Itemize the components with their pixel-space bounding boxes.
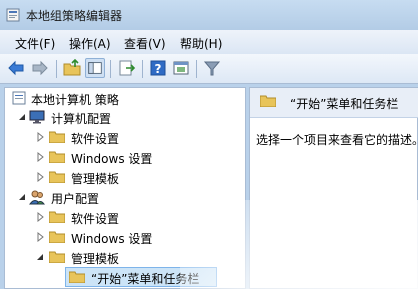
tree-item-admin-templates[interactable]: 管理模板 [5,247,245,267]
toolbar-separator [142,60,143,78]
tree-label: Windows 设置 [71,232,153,246]
expanded-arrow-icon[interactable] [17,192,27,202]
policy-app-icon [6,8,20,22]
tree-item-user-config[interactable]: 用户配置 [5,187,245,207]
export-list-icon[interactable] [117,58,137,78]
collapsed-arrow-icon[interactable] [35,172,45,182]
menu-help[interactable]: 帮助(H) [180,35,222,52]
tree-label: “开始”菜单和任务栏 [91,272,200,286]
folder-icon [49,151,65,163]
tree-item-software-settings[interactable]: 软件设置 [5,127,245,147]
details-pane[interactable]: “开始”菜单和任务栏 选择一个项目来查看它的描述。 [249,87,418,289]
forward-icon[interactable] [30,58,50,78]
toolbar-separator [56,60,57,78]
folder-icon [49,231,65,243]
tree-label: 软件设置 [71,132,120,146]
collapsed-arrow-icon[interactable] [35,232,45,242]
tree-item-windows-settings[interactable]: Windows 设置 [5,147,245,167]
users-icon [29,190,45,205]
details-title: “开始”菜单和任务栏 [290,97,399,111]
help-icon[interactable]: ? [148,58,168,78]
tree-pane[interactable]: 本地计算机 策略 计算机配置 软件设置 Windows 设置 管理模板 用户配置… [4,87,246,289]
toolbar: ? [0,54,418,84]
folder-icon [49,251,65,263]
show-hide-tree-icon[interactable] [85,58,105,78]
properties-icon[interactable] [171,58,191,78]
tree-item-computer-config[interactable]: 计算机配置 [5,107,245,127]
folder-icon [49,171,65,183]
title-bar[interactable]: 本地组策略编辑器 [0,0,418,30]
tree-label: Windows 设置 [71,152,153,166]
tree-label: 本地计算机 策略 [31,93,119,107]
details-description: 选择一个项目来查看它的描述。 [256,133,418,147]
up-folder-icon[interactable] [62,58,82,78]
tree-item-start-menu-taskbar[interactable]: “开始”菜单和任务栏 [5,267,245,287]
collapsed-arrow-icon[interactable] [35,132,45,142]
collapsed-arrow-icon[interactable] [35,152,45,162]
tree-label: 计算机配置 [51,112,112,126]
back-icon[interactable] [6,58,26,78]
menu-action[interactable]: 操作(A) [69,35,111,52]
tree-item-software-settings[interactable]: 软件设置 [5,207,245,227]
folder-icon [49,131,65,143]
tree-label: 管理模板 [71,252,120,266]
svg-text:?: ? [155,62,162,76]
tree-label: 管理模板 [71,172,120,186]
folder-icon [260,95,276,107]
tree-item-admin-templates[interactable]: 管理模板 [5,167,245,187]
menu-view[interactable]: 查看(V) [124,35,166,52]
tree-label: 软件设置 [71,212,120,226]
document-icon [12,91,26,105]
folder-icon [69,271,85,283]
menu-bar: 文件(F) 操作(A) 查看(V) 帮助(H) [0,30,418,54]
collapsed-arrow-icon[interactable] [35,212,45,222]
expanded-arrow-icon[interactable] [17,112,27,122]
toolbar-separator [110,60,111,78]
tree-item-root[interactable]: 本地计算机 策略 [5,88,245,108]
tree-item-windows-settings[interactable]: Windows 设置 [5,227,245,247]
expanded-arrow-icon[interactable] [35,252,45,262]
computer-icon [29,110,45,124]
details-header: “开始”菜单和任务栏 [250,88,418,118]
folder-icon [49,211,65,223]
toolbar-separator [196,60,197,78]
menu-file[interactable]: 文件(F) [15,35,55,52]
tree-label: 用户配置 [51,192,100,206]
filter-icon[interactable] [202,58,222,78]
window-title: 本地组策略编辑器 [26,9,123,23]
